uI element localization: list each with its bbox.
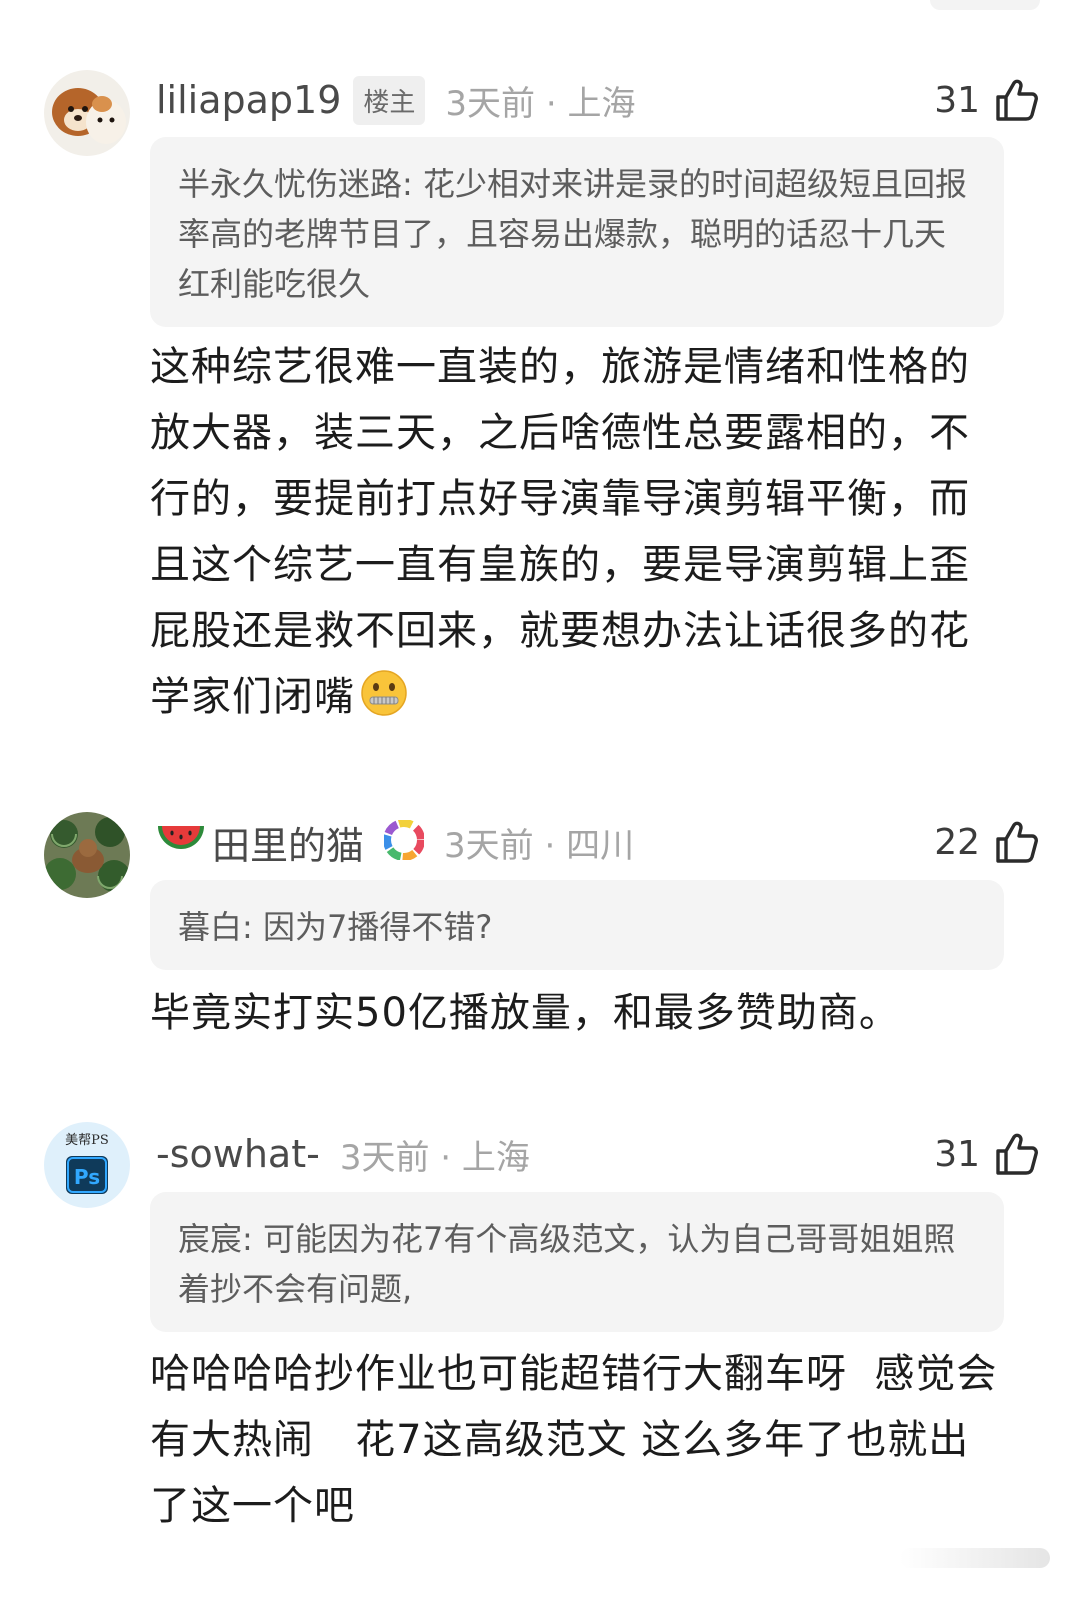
comment-text: 毕竟实打实50亿播放量，和最多赞助商。 <box>150 990 900 1036</box>
comment-header: liliapap19 楼主 3天前 · 上海 31 <box>156 70 1040 130</box>
like-count: 31 <box>934 1133 980 1175</box>
like-count: 31 <box>934 79 980 121</box>
comment-text: 这种综艺很难一直装的，旅游是情绪和性格的放大器，装三天，之后啥德性总要露相的，不… <box>150 334 1010 738</box>
avatar-caption: 美帮PS <box>65 1133 109 1148</box>
username[interactable]: 田里的猫 <box>212 815 364 870</box>
thumbs-up-icon <box>996 821 1038 863</box>
comment-meta: 3天前 · 上海 <box>445 83 636 124</box>
quote-text: 因为7播得不错? <box>252 908 493 946</box>
rainbow-donut-badge-icon <box>383 819 426 864</box>
thumbs-up-icon <box>996 79 1038 121</box>
watermelon-icon <box>156 820 206 864</box>
quoted-reply[interactable]: 暮白: 因为7播得不错? <box>150 880 1004 970</box>
avatar[interactable]: 美帮PS Ps <box>44 1122 130 1208</box>
watermark-fade <box>900 1548 1050 1568</box>
username[interactable]: liliapap19 <box>156 78 341 122</box>
comment-meta: 3天前 · 上海 <box>339 1137 530 1178</box>
like-button[interactable]: 31 <box>934 77 1040 123</box>
quoted-reply[interactable]: 半永久忧伤迷路: 花少相对来讲是录的时间超级短且回报率高的老牌节目了，且容易出爆… <box>150 137 1004 327</box>
comment-meta: 3天前 · 四川 <box>444 825 635 866</box>
quote-author[interactable]: 宸宸: <box>178 1220 253 1258</box>
quote-text: 可能因为花7有个高级范文，认为自己哥哥姐姐照着抄不会有问题, <box>178 1220 956 1308</box>
quote-author[interactable]: 暮白: <box>178 908 253 946</box>
quote-author[interactable]: 半永久忧伤迷路: <box>178 165 413 203</box>
comment-body: 这种综艺很难一直装的，旅游是情绪和性格的放大器，装三天，之后啥德性总要露相的，不… <box>150 344 970 720</box>
op-badge: 楼主 <box>353 75 426 125</box>
comment-header: 田里的猫 3天前 · 四川 22 <box>156 812 1040 872</box>
zipper-mouth-face-icon <box>359 668 409 738</box>
like-button[interactable]: 22 <box>934 819 1040 865</box>
like-count: 22 <box>934 821 980 863</box>
avatar[interactable] <box>44 70 130 156</box>
previous-item-edge <box>930 0 1040 10</box>
comment-text: 哈哈哈哈抄作业也可能超错行大翻车呀 感觉会有大热闹 花7这高级范文 这么多年了也… <box>150 1351 998 1529</box>
thumbs-up-icon <box>996 1133 1038 1175</box>
username[interactable]: -sowhat- <box>156 1132 320 1176</box>
photoshop-logo-text: Ps <box>74 1165 100 1189</box>
comment-header: -sowhat- 3天前 · 上海 31 <box>156 1124 1040 1184</box>
like-button[interactable]: 31 <box>934 1131 1040 1177</box>
quoted-reply[interactable]: 宸宸: 可能因为花7有个高级范文，认为自己哥哥姐姐照着抄不会有问题, <box>150 1192 1004 1332</box>
avatar[interactable] <box>44 812 130 898</box>
